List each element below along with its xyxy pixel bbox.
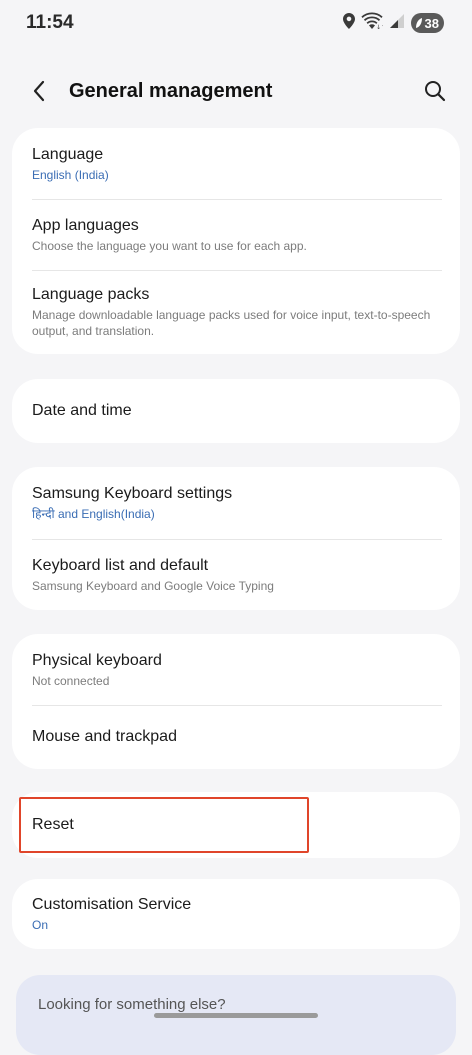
location-icon <box>342 12 355 34</box>
signal-icon <box>389 13 405 34</box>
status-time: 11:54 <box>26 12 74 33</box>
row-subtitle: English (India) <box>32 167 109 182</box>
suggestion-title: Looking for something else? <box>38 996 226 1013</box>
row-subtitle: On <box>32 918 49 932</box>
row-title: Physical keyboard <box>32 651 162 669</box>
customisation-card: Customisation Service On <box>12 879 460 949</box>
back-button[interactable] <box>24 76 54 106</box>
list-item-customisation-service[interactable]: Customisation Service On <box>12 879 460 949</box>
row-title: Samsung Keyboard settings <box>32 485 233 502</box>
list-item-mouse-and-trackpad[interactable]: Mouse and trackpad <box>12 705 460 769</box>
date-time-card: Date and time <box>12 379 460 443</box>
row-title: Language packs <box>32 286 150 303</box>
row-title: App languages <box>32 216 139 234</box>
wifi-icon: ↓↑ <box>360 12 386 35</box>
list-item-language-packs[interactable]: Language packs Manage downloadable langu… <box>12 270 460 354</box>
app-header: General management <box>0 62 472 118</box>
list-item-language[interactable]: Language English (India) <box>12 128 460 199</box>
status-bar: 11:54 ↓↑ 38 <box>0 0 472 46</box>
search-button[interactable] <box>420 76 450 106</box>
row-subtitle: Manage downloadable language packs used … <box>32 308 431 338</box>
row-subtitle: हिन्दी and English(India) <box>32 507 155 521</box>
input-devices-card: Physical keyboard Not connected Mouse an… <box>12 634 460 769</box>
row-subtitle: Samsung Keyboard and Google Voice Typing <box>32 578 274 593</box>
search-icon <box>425 81 446 102</box>
list-item-physical-keyboard[interactable]: Physical keyboard Not connected <box>12 634 460 705</box>
row-title: Keyboard list and default <box>32 556 209 574</box>
row-subtitle: Choose the language you want to use for … <box>32 238 307 253</box>
svg-text:↓↑: ↓↑ <box>376 24 383 30</box>
page-title: General management <box>69 80 273 102</box>
status-icons: ↓↑ 38 <box>342 12 444 35</box>
row-title: Language <box>32 145 104 163</box>
language-group-card: Language English (India) App languages C… <box>12 128 460 354</box>
reset-highlight-box <box>19 797 309 853</box>
row-title: Mouse and trackpad <box>32 728 177 745</box>
battery-icon: 38 <box>410 13 444 33</box>
keyboard-group-card: Samsung Keyboard settings हिन्दी and Eng… <box>12 467 460 610</box>
list-item-date-and-time[interactable]: Date and time <box>12 379 460 443</box>
row-subtitle: Not connected <box>32 673 110 688</box>
home-indicator[interactable] <box>154 1013 318 1018</box>
row-title: Date and time <box>32 402 132 419</box>
list-item-keyboard-list-and-default[interactable]: Keyboard list and default Samsung Keyboa… <box>12 539 460 610</box>
battery-level: 38 <box>424 15 439 31</box>
back-arrow-icon <box>33 80 45 102</box>
row-title: Customisation Service <box>32 896 192 913</box>
list-item-app-languages[interactable]: App languages Choose the language you wa… <box>12 199 460 270</box>
list-item-samsung-keyboard-settings[interactable]: Samsung Keyboard settings हिन्दी and Eng… <box>12 467 460 539</box>
